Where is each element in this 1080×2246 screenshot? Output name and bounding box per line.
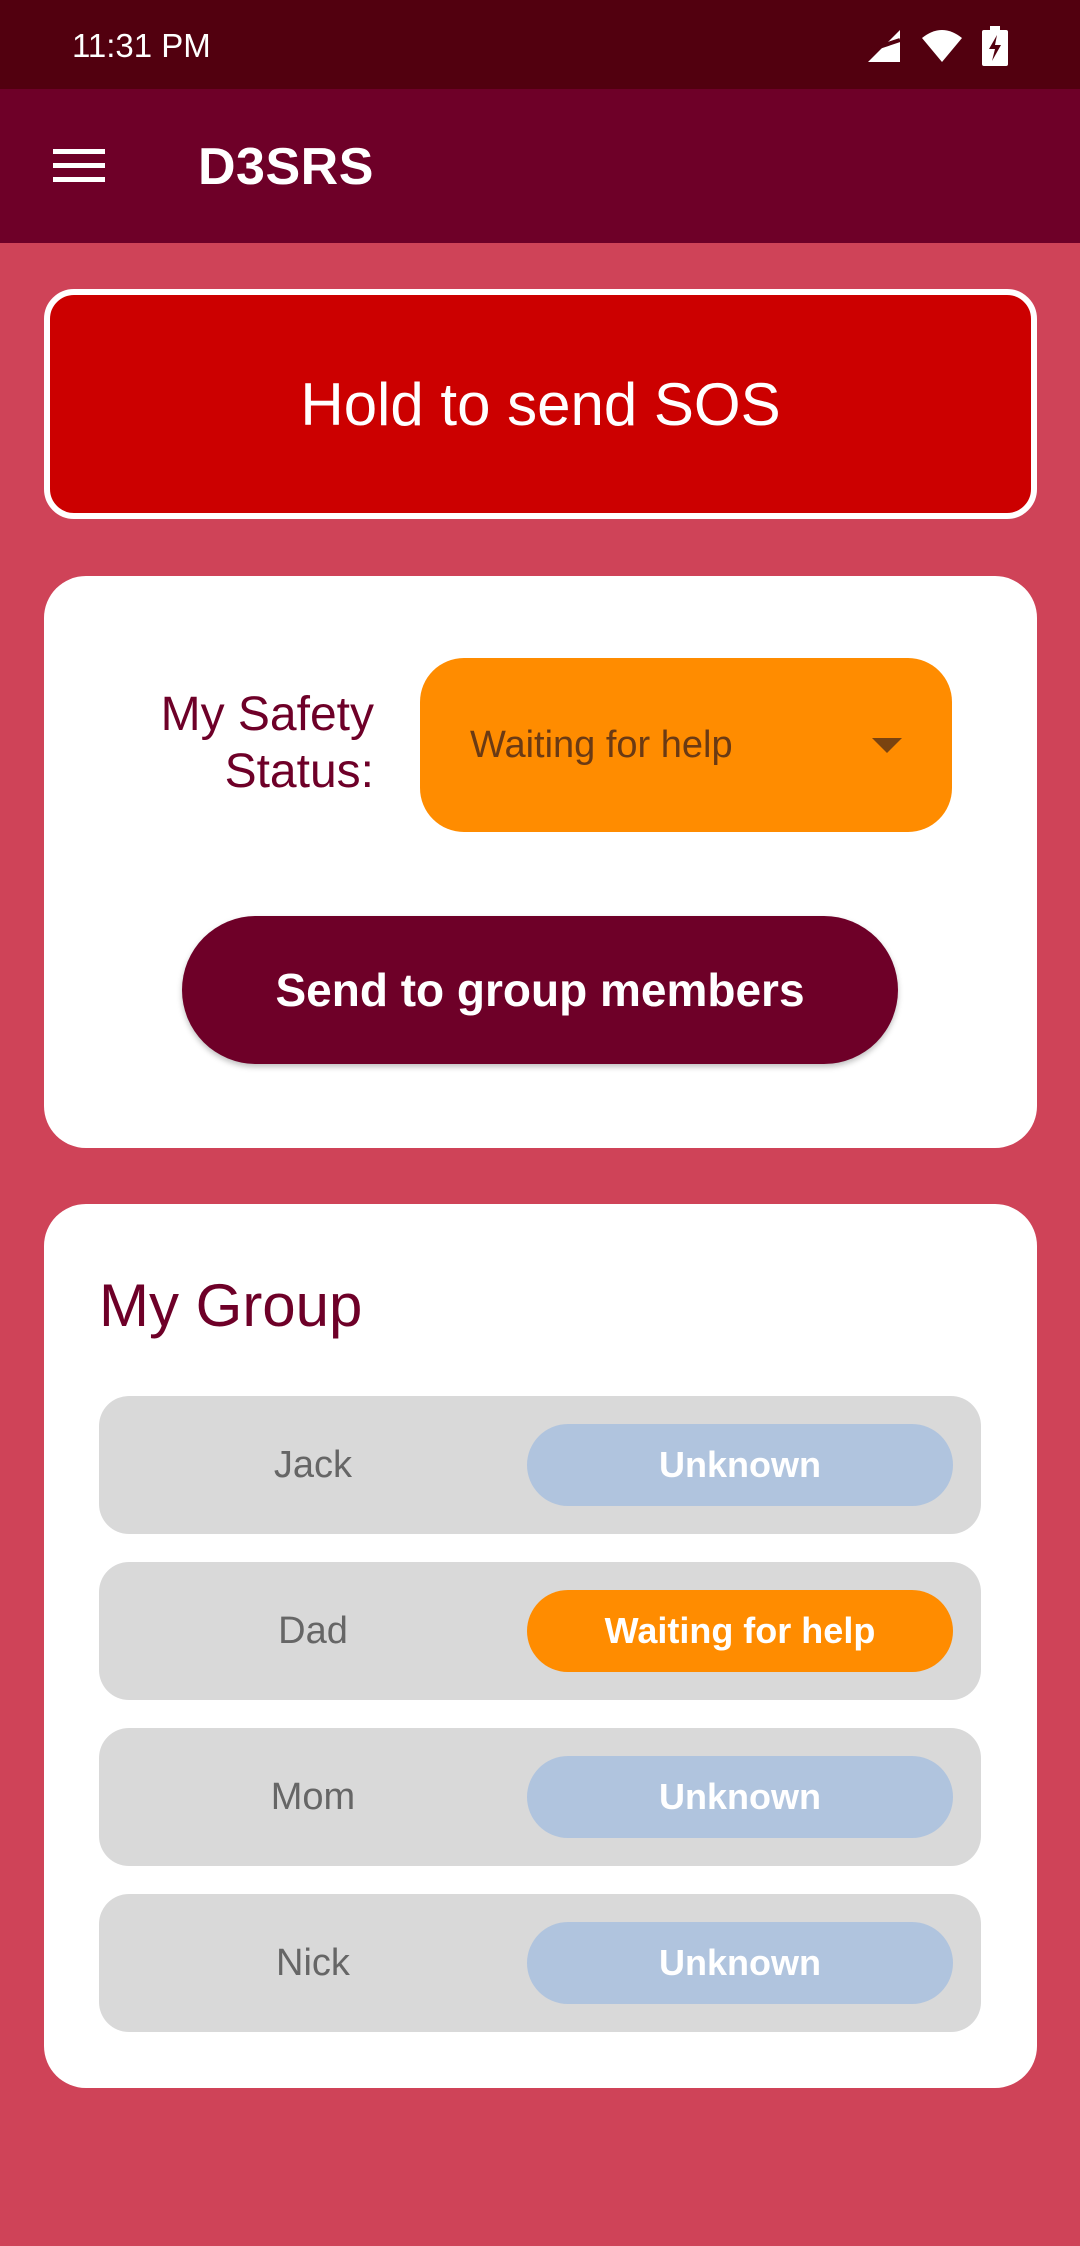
app-bar: D3SRS xyxy=(0,89,1080,243)
member-name: Dad xyxy=(278,1609,348,1652)
send-to-group-button[interactable]: Send to group members xyxy=(182,916,898,1064)
signal-icon xyxy=(868,30,901,62)
status-icons xyxy=(866,24,1008,68)
safety-status-dropdown[interactable]: Waiting for help xyxy=(420,658,952,832)
safety-status-selected: Waiting for help xyxy=(470,723,733,766)
member-row[interactable]: Mom Unknown xyxy=(99,1728,981,1866)
battery-charging-icon xyxy=(982,26,1008,66)
my-group-card: My Group Jack Unknown Dad Waiting for he… xyxy=(44,1204,1037,2088)
menu-button[interactable] xyxy=(40,127,118,205)
status-time: 11:31 PM xyxy=(72,27,211,64)
app-title: D3SRS xyxy=(198,138,374,196)
safety-status-label-line1: My Safety xyxy=(160,688,374,741)
dropdown-arrow-icon xyxy=(872,737,902,753)
member-status-badge: Unknown xyxy=(527,1424,953,1506)
sos-button[interactable]: Hold to send SOS xyxy=(44,289,1037,519)
sos-button-label: Hold to send SOS xyxy=(300,370,781,438)
safety-status-card: My Safety Status: Waiting for help Send … xyxy=(44,576,1037,1148)
member-row[interactable]: Jack Unknown xyxy=(99,1396,981,1534)
member-row[interactable]: Nick Unknown xyxy=(99,1894,981,2032)
menu-icon xyxy=(53,149,105,182)
send-to-group-label: Send to group members xyxy=(275,964,805,1016)
safety-status-label: My Safety Status: xyxy=(134,686,374,800)
member-name: Mom xyxy=(270,1775,356,1818)
member-status-badge: Unknown xyxy=(527,1756,953,1838)
member-status-badge: Waiting for help xyxy=(527,1590,953,1672)
member-name: Nick xyxy=(276,1941,350,1984)
group-title: My Group xyxy=(99,1272,363,1339)
wifi-icon xyxy=(922,30,962,62)
status-bar: 11:31 PM xyxy=(0,0,1080,89)
member-status-badge: Unknown xyxy=(527,1922,953,2004)
safety-status-label-line2: Status: xyxy=(224,745,374,798)
member-name: Jack xyxy=(273,1443,353,1486)
member-row[interactable]: Dad Waiting for help xyxy=(99,1562,981,1700)
